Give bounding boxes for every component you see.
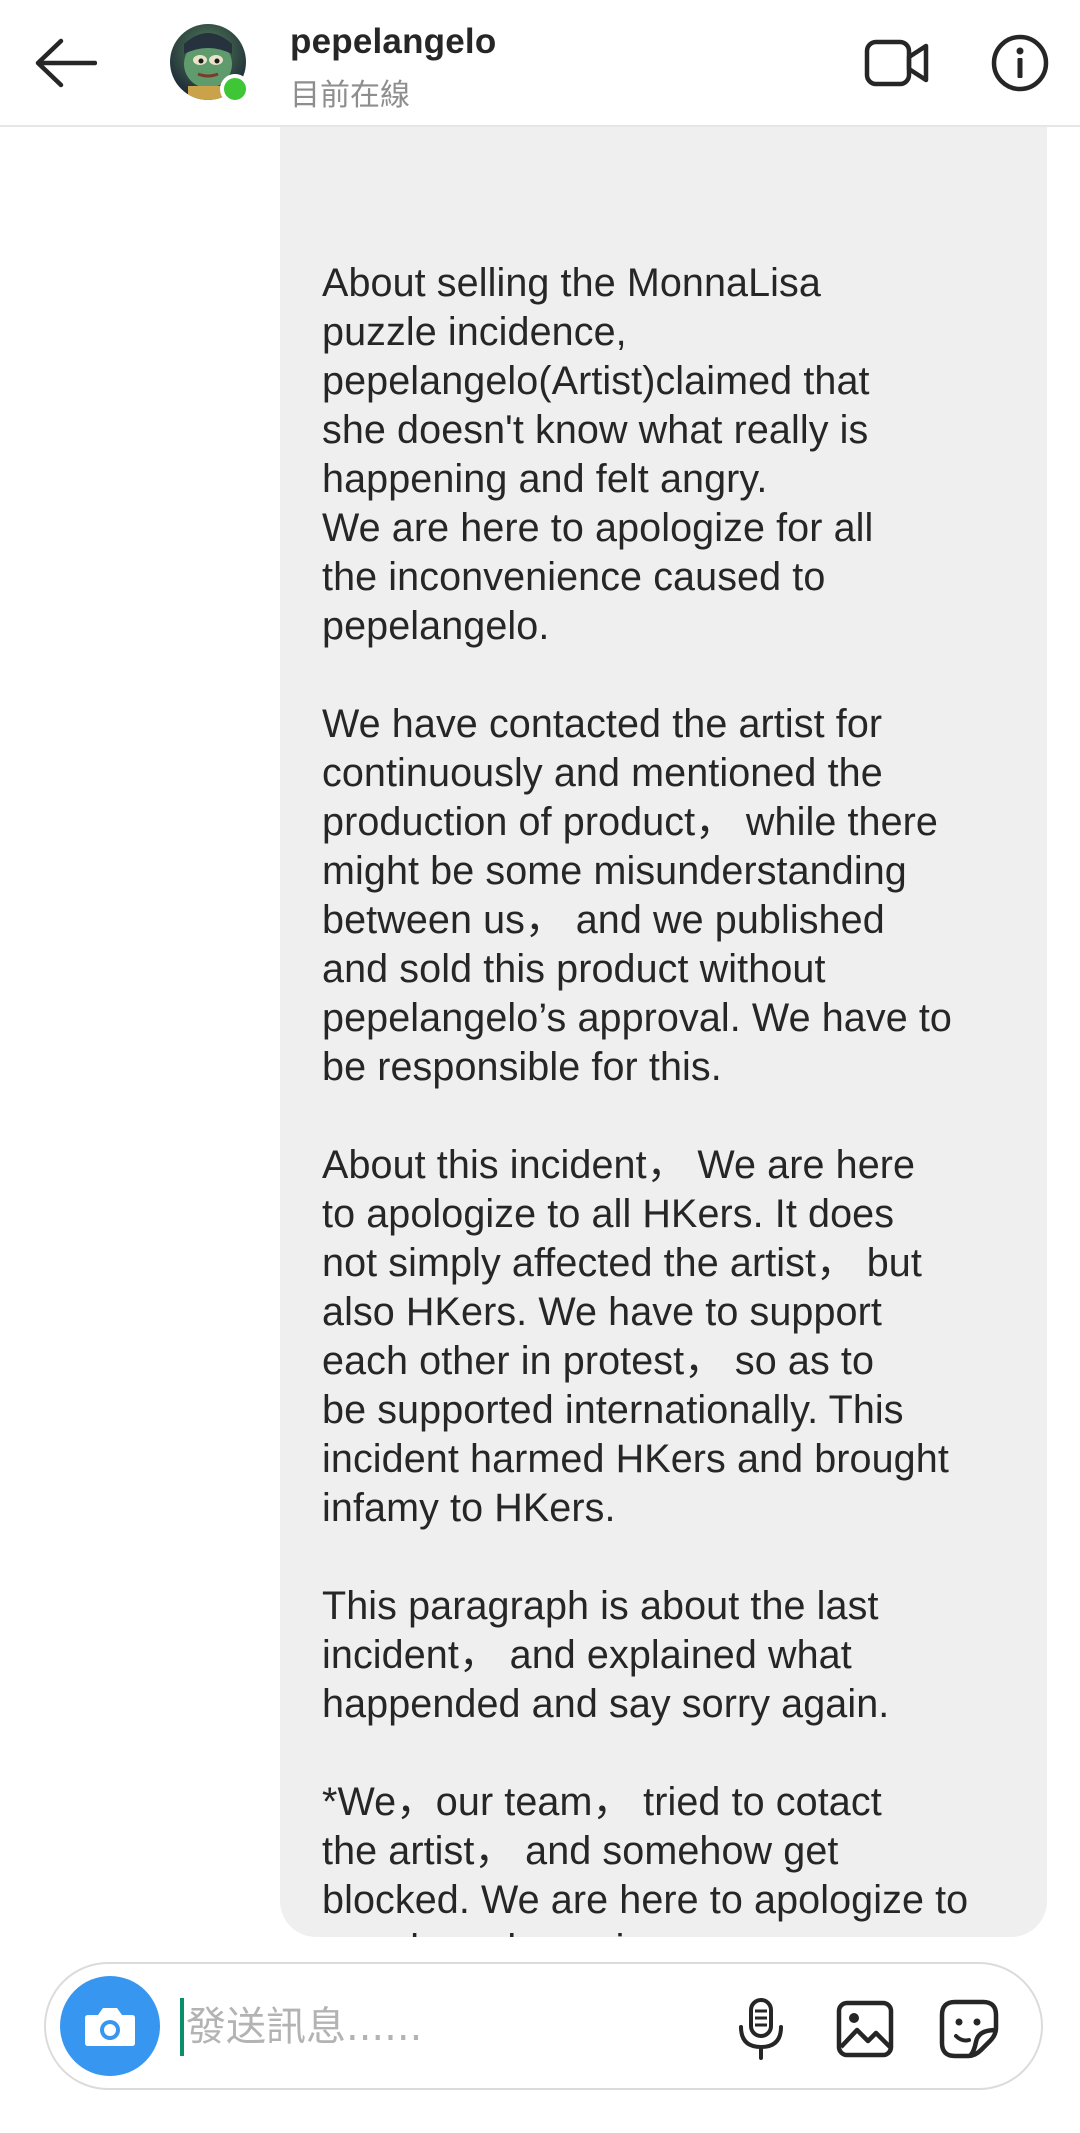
image-icon — [836, 2000, 894, 2058]
message-paragraph: *We，our team， tried to cotact the artist… — [322, 1780, 969, 1937]
text-cursor — [180, 1998, 184, 2056]
message-input[interactable] — [186, 1992, 706, 2062]
gallery-button[interactable] — [830, 1994, 900, 2064]
voice-message-button[interactable] — [726, 1994, 796, 2064]
sticker-button[interactable] — [934, 1994, 1004, 2064]
direct-message-screen: pepelangelo 目前在線 About selling the Monna… — [0, 0, 1080, 2133]
chat-header: pepelangelo 目前在線 — [0, 0, 1080, 127]
sticker-icon — [939, 1999, 999, 2059]
back-button[interactable] — [30, 30, 100, 96]
conversation-info-button[interactable] — [985, 28, 1055, 98]
message-thread[interactable]: About selling the MonnaLisa puzzle incid… — [0, 127, 1080, 1937]
message-composer — [44, 1962, 1043, 2090]
message-paragraph: This paragraph is about the last inciden… — [322, 1584, 890, 1726]
message-paragraph: About selling the MonnaLisa puzzle incid… — [322, 261, 874, 648]
info-icon — [991, 34, 1049, 92]
video-call-button[interactable] — [862, 30, 932, 96]
message-paragraph: We have contacted the artist for continu… — [322, 702, 952, 1089]
video-camera-icon — [864, 39, 929, 87]
contact-status: 目前在線 — [290, 79, 410, 112]
contact-name[interactable]: pepelangelo — [290, 22, 496, 62]
contact-avatar[interactable] — [170, 24, 250, 104]
online-status-dot — [220, 74, 250, 104]
microphone-icon — [739, 1998, 783, 2060]
camera-button[interactable] — [60, 1976, 160, 2076]
message-bubble[interactable]: About selling the MonnaLisa puzzle incid… — [280, 127, 1047, 1937]
message-paragraph: About this incident， We are here to apol… — [322, 1143, 949, 1530]
arrow-left-icon — [35, 38, 97, 88]
camera-icon — [85, 2008, 135, 2046]
